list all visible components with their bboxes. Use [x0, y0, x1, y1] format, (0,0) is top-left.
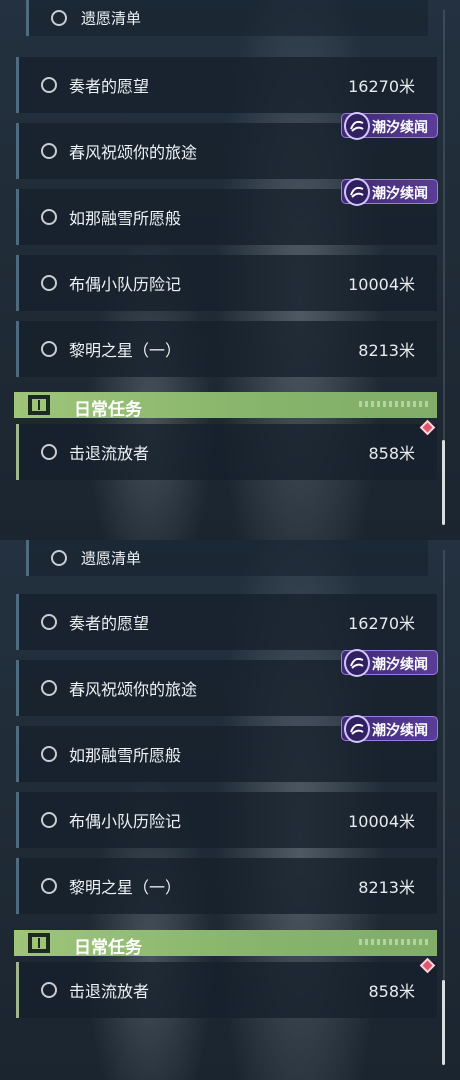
circle-outline-icon: [41, 614, 57, 630]
quest-label: 击退流放者: [69, 982, 150, 1001]
circle-outline-icon: [41, 746, 57, 762]
quest-item-5[interactable]: 黎明之星（一） 8213米: [16, 321, 437, 377]
tag-label: 潮汐续闻: [372, 186, 428, 202]
circle-outline-icon: [41, 77, 57, 93]
quest-panel-bottom: 遗愿清单 奏者的愿望 16270米 春风祝颂你的旅途 潮汐续闻 如那融雪所愿般 …: [0, 540, 460, 1080]
circle-outline-icon: [41, 444, 57, 460]
quest-panel-top: 遗愿清单 奏者的愿望 16270米 春风祝颂你的旅途 潮汐续闻 如那融雪所愿般 …: [0, 0, 460, 540]
tag-label: 潮汐续闻: [372, 120, 428, 136]
quest-label: 布偶小队历险记: [69, 812, 182, 831]
quest-item-4[interactable]: 布偶小队历险记 10004米: [16, 255, 437, 311]
decorative-stripes: [359, 401, 429, 407]
quest-item-1[interactable]: 奏者的愿望 16270米: [16, 57, 437, 113]
section-title: 日常任务: [74, 938, 142, 958]
quest-item-5[interactable]: 黎明之星（一） 8213米: [16, 858, 437, 914]
quest-distance: 858米: [368, 444, 415, 463]
circle-outline-icon: [41, 341, 57, 357]
quest-label: 奏者的愿望: [69, 614, 150, 633]
exclamation-box-icon: [28, 395, 50, 415]
quest-distance: 16270米: [348, 614, 415, 633]
tide-sequel-icon: [344, 649, 370, 677]
scrollbar-thumb[interactable]: [442, 980, 445, 1065]
circle-outline-icon: [51, 550, 67, 566]
quest-distance: 16270米: [348, 77, 415, 96]
section-header-daily: 日常任务: [14, 392, 437, 420]
scrollbar-thumb[interactable]: [442, 440, 445, 525]
quest-label: 春风祝颂你的旅途: [69, 143, 198, 162]
quest-distance: 8213米: [358, 341, 415, 360]
quest-label: 击退流放者: [69, 444, 150, 463]
quest-distance: 8213米: [358, 878, 415, 897]
quest-label: 布偶小队历险记: [69, 275, 182, 294]
circle-outline-icon: [41, 812, 57, 828]
quest-label: 黎明之星（一）: [69, 878, 182, 897]
tag-label: 潮汐续闻: [372, 657, 428, 673]
exclamation-box-icon: [28, 933, 50, 953]
circle-outline-icon: [41, 143, 57, 159]
quest-item-last-wishes[interactable]: 遗愿清单: [26, 540, 428, 576]
section-title: 日常任务: [74, 400, 142, 420]
tide-sequel-tag: 潮汐续闻: [341, 112, 438, 140]
circle-outline-icon: [41, 680, 57, 696]
quest-item-4[interactable]: 布偶小队历险记 10004米: [16, 792, 437, 848]
daily-quest-item[interactable]: 击退流放者 858米: [16, 424, 437, 480]
quest-label: 遗愿清单: [81, 9, 142, 28]
tide-sequel-tag: 潮汐续闻: [341, 649, 438, 677]
decorative-stripes: [359, 939, 429, 945]
section-header-daily: 日常任务: [14, 930, 437, 958]
quest-label: 如那融雪所愿般: [69, 209, 182, 228]
tide-sequel-icon: [344, 112, 370, 140]
tag-label: 潮汐续闻: [372, 723, 428, 739]
circle-outline-icon: [41, 275, 57, 291]
quest-distance: 10004米: [348, 275, 415, 294]
quest-label: 黎明之星（一）: [69, 341, 182, 360]
quest-distance: 858米: [368, 982, 415, 1001]
tide-sequel-icon: [344, 178, 370, 206]
quest-item-last-wishes[interactable]: 遗愿清单: [26, 0, 428, 36]
quest-label: 遗愿清单: [81, 549, 142, 568]
circle-outline-icon: [41, 878, 57, 894]
quest-label: 如那融雪所愿般: [69, 746, 182, 765]
quest-distance: 10004米: [348, 812, 415, 831]
circle-outline-icon: [41, 209, 57, 225]
quest-label: 奏者的愿望: [69, 77, 150, 96]
tide-sequel-tag: 潮汐续闻: [341, 178, 438, 206]
quest-label: 春风祝颂你的旅途: [69, 680, 198, 699]
circle-outline-icon: [51, 10, 67, 26]
tide-sequel-icon: [344, 715, 370, 743]
daily-quest-item[interactable]: 击退流放者 858米: [16, 962, 437, 1018]
quest-item-1[interactable]: 奏者的愿望 16270米: [16, 594, 437, 650]
circle-outline-icon: [41, 982, 57, 998]
tide-sequel-tag: 潮汐续闻: [341, 715, 438, 743]
